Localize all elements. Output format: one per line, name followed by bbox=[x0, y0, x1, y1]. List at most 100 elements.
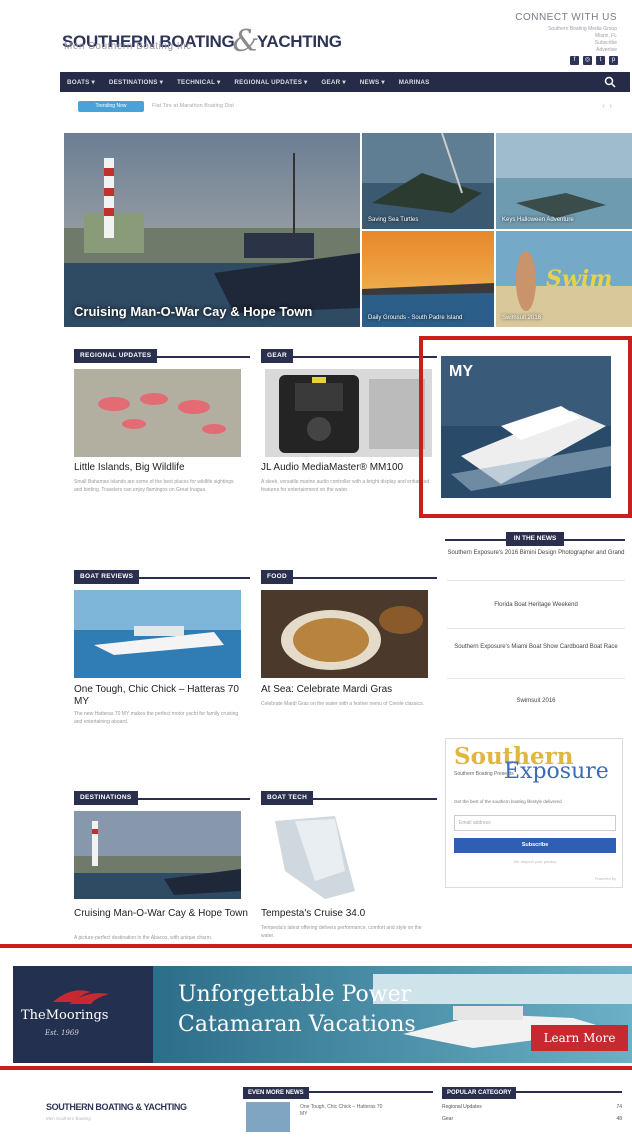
divider bbox=[447, 678, 625, 679]
trending-headline[interactable]: Flat Tire at Marathon Boating Dist bbox=[152, 103, 234, 109]
ad-divider bbox=[0, 1066, 632, 1070]
section-header-boat-tech[interactable]: BOAT TECH bbox=[261, 786, 437, 805]
category-count: 48 bbox=[616, 1116, 622, 1122]
nav-item-news[interactable]: NEWS ▾ bbox=[353, 79, 392, 86]
tile-photo bbox=[496, 133, 632, 229]
category-row[interactable]: Gear 48 bbox=[442, 1116, 622, 1122]
ad-badge: MY bbox=[449, 363, 473, 380]
article-excerpt: The new Hatteras 70 MY makes the perfect… bbox=[74, 711, 239, 725]
section-label: POPULAR CATEGORY bbox=[442, 1087, 517, 1099]
yacht-photo bbox=[74, 590, 241, 678]
section-header-regional[interactable]: REGIONAL UPDATES bbox=[74, 344, 250, 363]
category-name: Gear bbox=[442, 1116, 454, 1122]
nav-item-boats[interactable]: BOATS ▾ bbox=[60, 79, 102, 86]
article-title[interactable]: One Tough, Chic Chick – Hatteras 70 MY bbox=[74, 684, 249, 708]
chevron-right-icon[interactable]: › bbox=[609, 101, 612, 110]
sidebar-ad[interactable]: MY bbox=[419, 336, 632, 518]
twitter-icon[interactable]: t bbox=[596, 56, 605, 65]
section-label: REGIONAL UPDATES bbox=[74, 349, 158, 363]
newsletter-logo-2: Exposure bbox=[504, 759, 609, 784]
news-link[interactable]: Southern Exposure's 2016 Bimini Design P… bbox=[447, 549, 625, 558]
nav-item-marinas[interactable]: MARINAS bbox=[392, 79, 437, 86]
divider bbox=[447, 628, 625, 629]
nav-item-regional-updates[interactable]: REGIONAL UPDATES ▾ bbox=[227, 79, 314, 86]
footer-news-thumb[interactable] bbox=[246, 1102, 290, 1132]
food-thumb[interactable] bbox=[261, 590, 428, 678]
svg-text:Swim: Swim bbox=[546, 266, 612, 292]
gear-thumb[interactable] bbox=[265, 369, 432, 457]
nav-item-technical[interactable]: TECHNICAL ▾ bbox=[170, 79, 227, 86]
article-title[interactable]: Cruising Man-O-War Cay & Hope Town bbox=[74, 908, 249, 920]
section-header-food[interactable]: FOOD bbox=[261, 565, 437, 584]
in-the-news-header: IN THE NEWS bbox=[445, 527, 625, 546]
tile-caption: Saving Sea Turtles bbox=[368, 217, 419, 223]
newsletter-subtitle: Southern Boating Presents bbox=[454, 771, 514, 777]
trending-badge: Trending Now bbox=[78, 101, 144, 112]
category-name: Regional Updates bbox=[442, 1104, 482, 1110]
footer-news-title[interactable]: One Tough, Chic Chick – Hatteras 70 MY bbox=[300, 1104, 390, 1118]
food-photo bbox=[261, 590, 428, 678]
article-title[interactable]: Little Islands, Big Wildlife bbox=[74, 462, 241, 474]
tile-photo bbox=[362, 231, 494, 327]
regional-thumb[interactable] bbox=[74, 369, 241, 457]
hero-tile[interactable]: Swim Swimsuit 2016 bbox=[496, 231, 632, 327]
pinterest-icon[interactable]: p bbox=[609, 56, 618, 65]
section-header-even-more-news: EVEN MORE NEWS bbox=[243, 1081, 433, 1099]
article-title[interactable]: At Sea: Celebrate Mardi Gras bbox=[261, 684, 436, 696]
search-icon[interactable] bbox=[604, 76, 616, 88]
moorings-logo-panel: TheMoorings Est. 1969 bbox=[13, 966, 153, 1063]
news-link[interactable]: Southern Exposure's Miami Boat Show Card… bbox=[447, 643, 625, 652]
nav-item-destinations[interactable]: DESTINATIONS ▾ bbox=[102, 79, 170, 86]
contact-line[interactable]: Subscribe bbox=[507, 40, 617, 47]
banner-headline-2: Catamaran Vacations bbox=[178, 1012, 416, 1037]
logo-ampersand: & bbox=[232, 24, 259, 59]
site-header: SOUTHERN BOATING&YACHTING Men Southern B… bbox=[0, 0, 632, 68]
destination-thumb[interactable] bbox=[74, 811, 241, 899]
article-excerpt: Tempesta's latest offering delivers perf… bbox=[261, 925, 422, 939]
learn-more-button[interactable]: Learn More bbox=[531, 1025, 628, 1051]
newsletter-desc: Get the best of the southern boating lif… bbox=[454, 799, 562, 804]
article-title[interactable]: JL Audio MediaMaster® MM100 bbox=[261, 462, 431, 474]
nav-item-gear[interactable]: GEAR ▾ bbox=[314, 79, 352, 86]
section-header-boat-reviews[interactable]: BOAT REVIEWS bbox=[74, 565, 250, 584]
moorings-wave-icon bbox=[53, 990, 109, 1004]
boat-review-thumb[interactable] bbox=[74, 590, 241, 678]
article-excerpt: A sleek, versatile marine audio controll… bbox=[261, 479, 430, 493]
hero-photo bbox=[64, 133, 360, 327]
logo-tagline: Men Southern Boating Inc bbox=[64, 41, 192, 52]
category-row[interactable]: Regional Updates 74 bbox=[442, 1104, 622, 1110]
section-header-gear[interactable]: GEAR bbox=[261, 344, 437, 363]
privacy-note: We respect your privacy bbox=[513, 859, 557, 864]
hero-tile[interactable]: Keys Halloween Adventure bbox=[496, 133, 632, 229]
article-title[interactable]: Tempesta's Cruise 34.0 bbox=[261, 908, 436, 920]
boat-tech-thumb[interactable] bbox=[265, 811, 432, 899]
footer-logo[interactable]: SOUTHERN BOATING & YACHTING bbox=[46, 1102, 187, 1112]
boat-tech-photo bbox=[265, 811, 432, 899]
news-link[interactable]: Florida Boat Heritage Weekend bbox=[447, 601, 625, 610]
tile-caption: Keys Halloween Adventure bbox=[502, 217, 574, 223]
moorings-brand: TheMoorings bbox=[21, 1008, 109, 1023]
tile-caption: Daily Grounds - South Padre Island bbox=[368, 315, 463, 321]
facebook-icon[interactable]: f bbox=[570, 56, 579, 65]
news-link[interactable]: Swimsuit 2016 bbox=[447, 697, 625, 706]
contact-info: Southern Boating Media Group Miami, FL S… bbox=[507, 26, 617, 54]
email-field[interactable]: Email address bbox=[454, 815, 616, 831]
instagram-icon[interactable]: ◎ bbox=[583, 56, 592, 65]
category-count: 74 bbox=[616, 1104, 622, 1110]
article-excerpt: Small Bahamas islands are some of the be… bbox=[74, 479, 234, 493]
moorings-ad-banner[interactable]: TheMoorings Est. 1969 Unforgettable Powe… bbox=[13, 966, 632, 1063]
flamingo-photo bbox=[74, 369, 241, 457]
hero-caption[interactable]: Cruising Man-O-War Cay & Hope Town bbox=[74, 304, 312, 319]
section-header-destinations[interactable]: DESTINATIONS bbox=[74, 786, 250, 805]
trending-arrows: ‹ › bbox=[602, 101, 612, 110]
moorings-est: Est. 1969 bbox=[45, 1029, 79, 1037]
section-label: DESTINATIONS bbox=[74, 791, 138, 805]
contact-line: Miami, FL bbox=[595, 33, 617, 39]
divider bbox=[447, 580, 625, 581]
subscribe-button[interactable]: Subscribe bbox=[454, 838, 616, 853]
hero-tile[interactable]: Saving Sea Turtles bbox=[362, 133, 494, 229]
hero-tile[interactable]: Daily Grounds - South Padre Island bbox=[362, 231, 494, 327]
contact-line[interactable]: Advertise bbox=[507, 47, 617, 54]
hero-main-tile[interactable]: Cruising Man-O-War Cay & Hope Town bbox=[64, 133, 360, 327]
chevron-left-icon[interactable]: ‹ bbox=[602, 101, 605, 110]
